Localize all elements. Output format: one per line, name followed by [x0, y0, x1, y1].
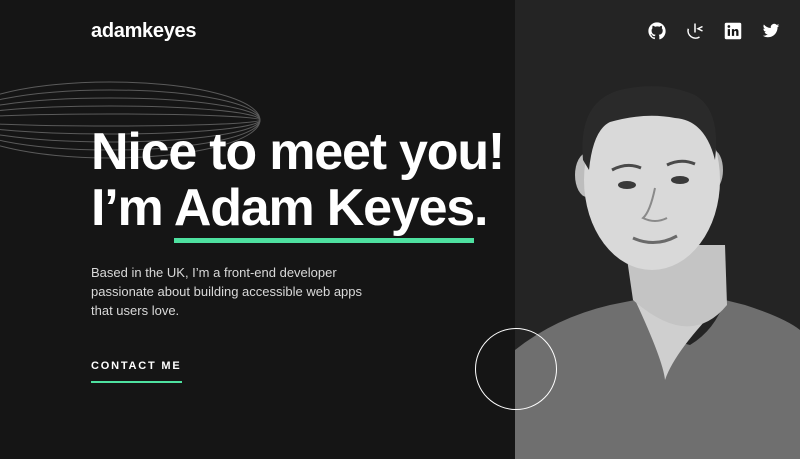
- frontend-mentor-icon: [687, 23, 703, 39]
- social-links: [648, 22, 780, 40]
- hero-bio: Based in the UK, I’m a front-end develop…: [91, 265, 363, 318]
- twitter-link[interactable]: [762, 22, 780, 40]
- twitter-icon: [762, 23, 780, 38]
- contact-me-button[interactable]: CONTACT ME: [91, 360, 182, 383]
- github-icon: [648, 22, 666, 40]
- github-link[interactable]: [648, 22, 666, 40]
- profile-photo-panel: [515, 0, 800, 459]
- headline-line-1: Nice to meet you!: [91, 123, 505, 181]
- site-logo[interactable]: adamkeyes: [91, 20, 196, 43]
- linkedin-icon: [724, 22, 742, 40]
- headline-name: Adam Keyes: [174, 179, 475, 243]
- decorative-circle: [475, 328, 557, 410]
- profile-photo: [515, 86, 800, 459]
- linkedin-link[interactable]: [724, 22, 742, 40]
- headline-line-2: I’m Adam Keyes.: [91, 180, 504, 236]
- hero-headline: Nice to meet you! I’m Adam Keyes.: [91, 123, 505, 236]
- frontend-mentor-link[interactable]: [686, 22, 704, 40]
- headline-prefix: I’m: [91, 179, 174, 237]
- headline-suffix: .: [474, 179, 488, 237]
